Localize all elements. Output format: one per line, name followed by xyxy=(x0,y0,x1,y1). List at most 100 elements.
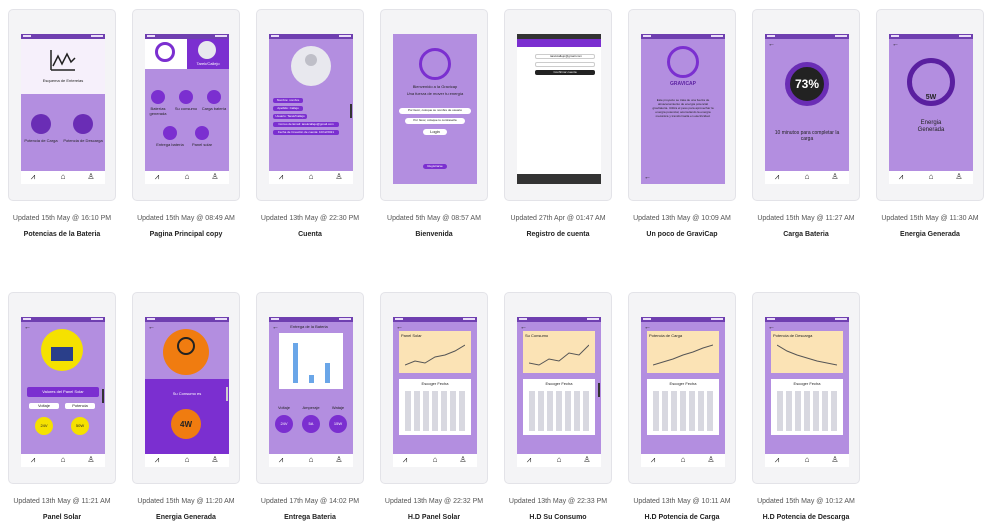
screen-card[interactable]: ← 73% 10 minutos para completar la carga… xyxy=(752,9,860,201)
user-icon[interactable]: ♙ xyxy=(707,456,715,464)
screen-title[interactable]: Energia Generada xyxy=(124,514,248,521)
bateria-icon[interactable] xyxy=(151,90,165,104)
chart-nav-icon[interactable]: ⩘ xyxy=(277,173,285,181)
home-icon[interactable]: ⌂ xyxy=(59,456,67,464)
chart-nav-icon[interactable]: ⩘ xyxy=(773,173,781,181)
user-icon[interactable]: ♙ xyxy=(335,173,343,181)
screen-title[interactable]: H.D Potencia de Descarga xyxy=(744,514,868,521)
screen-title[interactable]: Entrega Bateria xyxy=(248,514,372,521)
screen-card[interactable]: ← Potencia de Descarga Escoger Fecha ⩘ ⌂… xyxy=(752,292,860,484)
user-icon[interactable]: ♙ xyxy=(831,173,839,181)
home-icon[interactable]: ⌂ xyxy=(307,173,315,181)
home-icon[interactable]: ⌂ xyxy=(431,456,439,464)
password-input[interactable]: Por favor, coloque tu contraseña xyxy=(405,118,465,124)
back-arrow-icon[interactable]: ← xyxy=(272,324,279,331)
carga-icon[interactable] xyxy=(207,90,221,104)
entrega-icon[interactable] xyxy=(163,126,177,140)
home-icon[interactable]: ⌂ xyxy=(183,173,191,181)
calendar[interactable]: Escoger Fecha xyxy=(647,379,719,435)
home-icon[interactable]: ⌂ xyxy=(679,456,687,464)
home-icon[interactable]: ⌂ xyxy=(555,456,563,464)
screen-card[interactable]: ← Potencia de Carga Escoger Fecha ⩘ ⌂ ♙ xyxy=(628,292,736,484)
screen-title[interactable]: Pagina Principal copy xyxy=(124,231,248,238)
screen-title[interactable]: H.D Potencia de Carga xyxy=(620,514,744,521)
screen-title[interactable]: Energia Generada xyxy=(868,231,992,238)
screen-card[interactable]: Tarek/Callejo Baterías generada Su consu… xyxy=(132,9,240,201)
user-icon[interactable]: ♙ xyxy=(831,456,839,464)
screen-card[interactable]: ← Su Consumo es 4W ⩘ ⌂ ♙ xyxy=(132,292,240,484)
home-icon[interactable]: ⌂ xyxy=(803,456,811,464)
consumo-icon[interactable] xyxy=(179,90,193,104)
screen-card[interactable]: Bienvenido a la Gravicap Una fuerza de m… xyxy=(380,9,488,201)
screen-title[interactable]: H.D Panel Solar xyxy=(372,514,496,521)
chart-nav-icon[interactable]: ⩘ xyxy=(649,456,657,464)
screen-card[interactable]: ← Panel Solar Escoger Fecha ⩘ ⌂ ♙ xyxy=(380,292,488,484)
back-arrow-icon[interactable]: ← xyxy=(24,324,31,331)
chart-nav-icon[interactable]: ⩘ xyxy=(29,456,37,464)
chart-nav-icon[interactable]: ⩘ xyxy=(29,173,37,181)
chart-nav-icon[interactable]: ⩘ xyxy=(401,456,409,464)
user-icon[interactable]: ♙ xyxy=(211,456,219,464)
home-icon[interactable]: ⌂ xyxy=(803,173,811,181)
scrollbar[interactable] xyxy=(350,104,352,118)
calendar[interactable]: Escoger Fecha xyxy=(771,379,843,435)
scrollbar[interactable] xyxy=(102,389,104,403)
user-icon[interactable]: ♙ xyxy=(87,456,95,464)
chart-nav-icon[interactable]: ⩘ xyxy=(153,173,161,181)
screen-card[interactable]: ← Entrega de la Bateria Voltaje Amperaje… xyxy=(256,292,364,484)
user-icon[interactable]: ♙ xyxy=(87,173,95,181)
username-input[interactable]: Por favor, coloque su nombre de usuario xyxy=(399,108,471,114)
confirm-button[interactable]: Confirmar cuenta xyxy=(535,70,595,75)
screen-card[interactable]: ← Valores del Panel Solar Voltaje Potenc… xyxy=(8,292,116,484)
scrollbar[interactable] xyxy=(226,387,228,401)
login-button[interactable]: Login xyxy=(423,129,447,135)
back-arrow-icon[interactable]: ← xyxy=(892,41,899,48)
screen-card[interactable]: tarekcallejo@gmail.com Confirmar cuenta xyxy=(504,9,612,201)
calendar[interactable]: Escoger Fecha xyxy=(399,379,471,435)
chart-nav-icon[interactable]: ⩘ xyxy=(277,456,285,464)
potencia-button[interactable]: Potencia xyxy=(65,403,95,409)
user-icon[interactable]: ♙ xyxy=(459,456,467,464)
back-arrow-icon[interactable]: ← xyxy=(396,324,403,331)
screen-title[interactable]: H.D Su Consumo xyxy=(496,514,620,521)
back-arrow-icon[interactable]: ← xyxy=(148,324,155,331)
voltaje-button[interactable]: Voltaje xyxy=(29,403,59,409)
screen-card[interactable]: Nombre: nombre Apellido: Callejo Usuario… xyxy=(256,9,364,201)
scrollbar[interactable] xyxy=(598,383,600,397)
carga-button[interactable] xyxy=(31,114,51,134)
chart-nav-icon[interactable]: ⩘ xyxy=(773,456,781,464)
back-arrow-icon[interactable]: ← xyxy=(644,174,651,181)
back-arrow-icon[interactable]: ← xyxy=(768,324,775,331)
chart-nav-icon[interactable]: ⩘ xyxy=(897,173,905,181)
home-icon[interactable]: ⌂ xyxy=(927,173,935,181)
chart-nav-icon[interactable]: ⩘ xyxy=(153,456,161,464)
email-field[interactable]: tarekcallejo@gmail.com xyxy=(535,54,595,59)
screen-title[interactable]: Cuenta xyxy=(248,231,372,238)
chart-nav-icon[interactable]: ⩘ xyxy=(525,456,533,464)
screen-card[interactable]: ← Su Consumo Escoger Fecha ⩘ ⌂ ♙ xyxy=(504,292,612,484)
screen-card[interactable]: Esquema de Entereias Potencia de Carga P… xyxy=(8,9,116,201)
back-arrow-icon[interactable]: ← xyxy=(644,324,651,331)
user-icon[interactable]: ♙ xyxy=(955,173,963,181)
screen-card[interactable]: ← 5W Energia Generada ⩘ ⌂ ♙ xyxy=(876,9,984,201)
user-icon[interactable]: ♙ xyxy=(211,173,219,181)
calendar[interactable]: Escoger Fecha xyxy=(523,379,595,435)
register-button[interactable]: Registrarse xyxy=(423,164,447,169)
back-arrow-icon[interactable]: ← xyxy=(768,41,775,48)
screen-title[interactable]: Potencias de la Bateria xyxy=(0,231,124,238)
home-icon[interactable]: ⌂ xyxy=(59,173,67,181)
home-icon[interactable]: ⌂ xyxy=(183,456,191,464)
home-icon[interactable]: ⌂ xyxy=(307,456,315,464)
screen-title[interactable]: Carga Bateria xyxy=(744,231,868,238)
user-icon[interactable]: ♙ xyxy=(583,456,591,464)
screen-title[interactable]: Bienvenida xyxy=(372,231,496,238)
screen-card[interactable]: GRAVICAP Este proyecto se trata de una f… xyxy=(628,9,736,201)
screen-title[interactable]: Un poco de GraviCap xyxy=(620,231,744,238)
user-icon[interactable]: ♙ xyxy=(335,456,343,464)
screen-title[interactable]: Registro de cuenta xyxy=(496,231,620,238)
descarga-button[interactable] xyxy=(73,114,93,134)
password-field[interactable] xyxy=(535,62,595,67)
panel-icon[interactable] xyxy=(195,126,209,140)
screen-title[interactable]: Panel Solar xyxy=(0,514,124,521)
back-arrow-icon[interactable]: ← xyxy=(520,324,527,331)
